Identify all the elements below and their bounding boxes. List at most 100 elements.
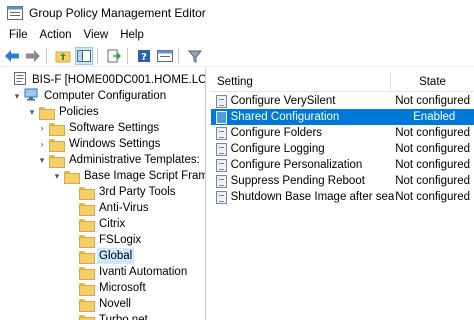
policy-row-name: Shared Configuration: [230, 111, 340, 123]
policy-row-name: Configure VerySilent: [230, 95, 336, 107]
policy-row-name: Suppress Pending Reboot: [230, 175, 365, 187]
folder-icon: [79, 266, 95, 280]
forward-arrow-icon[interactable]: [24, 47, 42, 65]
folder-icon: [39, 106, 55, 120]
policy-row-state: Not configured: [395, 159, 470, 171]
folder-icon: [79, 186, 95, 200]
policy-setting-icon: [216, 190, 227, 204]
tree-item-ivanti-automation[interactable]: Ivanti Automation: [77, 264, 189, 280]
tree-item-label: 3rd Party Tools: [99, 186, 176, 198]
policy-setting-icon: [216, 158, 227, 172]
policy-row-state: Not configured: [395, 175, 470, 187]
menu-file[interactable]: File: [0, 26, 34, 44]
tree-item-policies[interactable]: ▾ Policies: [27, 104, 101, 120]
policy-row-state: Not configured: [395, 191, 470, 203]
menu-action[interactable]: Action: [34, 26, 78, 44]
properties-icon[interactable]: [156, 47, 174, 65]
folder-icon: [79, 250, 95, 264]
tree-item-label: Global: [97, 248, 135, 264]
tree-item-administrative-templates[interactable]: ▾ Administrative Templates:: [37, 152, 202, 168]
policy-setting-icon: [216, 126, 227, 140]
tree-item-novell[interactable]: Novell: [77, 296, 133, 312]
help-icon[interactable]: ?: [135, 47, 153, 65]
chevron-down-icon[interactable]: ▾: [27, 104, 37, 120]
export-list-icon[interactable]: [105, 47, 123, 65]
policy-row-state: Not configured: [395, 95, 470, 107]
toolbar-separator: [127, 47, 128, 64]
column-header-setting[interactable]: Setting: [211, 72, 391, 91]
policy-row-configure-verysilent[interactable]: Configure VerySilent Not configured: [211, 93, 474, 109]
tree-item-label: Administrative Templates:: [69, 154, 200, 166]
gpo-icon: [14, 72, 26, 88]
tree-item-label: Ivanti Automation: [99, 266, 188, 278]
policy-setting-icon: [216, 110, 227, 124]
filter-icon[interactable]: [186, 47, 204, 65]
toolbar-separator: [46, 47, 47, 64]
policy-row-name: Configure Personalization: [230, 159, 363, 171]
policy-row-shared-configuration[interactable]: Shared Configuration Enabled: [211, 109, 474, 125]
folder-icon: [79, 218, 95, 232]
folder-icon: [49, 154, 65, 168]
tree-item-fslogix[interactable]: FSLogix: [77, 232, 143, 248]
policy-setting-icon: [216, 142, 227, 156]
column-header-state[interactable]: State: [391, 72, 474, 91]
policy-setting-icon: [216, 94, 227, 108]
menu-bar: File Action View Help: [0, 26, 474, 44]
toolbar-separator: [97, 47, 98, 64]
tree-item-gpo-root[interactable]: BIS-F [HOME00DC001.HOME.LOCAL] Policy: [4, 72, 205, 88]
show-hide-tree-icon[interactable]: [75, 46, 93, 65]
chevron-right-icon[interactable]: ›: [37, 136, 47, 152]
tree-item-label: Novell: [99, 298, 131, 310]
policy-row-configure-logging[interactable]: Configure Logging Not configured: [211, 141, 474, 157]
title-bar: Group Policy Management Editor: [0, 0, 474, 25]
tree-item-label: BIS-F [HOME00DC001.HOME.LOCAL] Policy: [32, 74, 205, 86]
policy-row-configure-personalization[interactable]: Configure Personalization Not configured: [211, 157, 474, 173]
tree-item-software-settings[interactable]: › Software Settings: [37, 120, 161, 136]
tree-item-anti-virus[interactable]: Anti-Virus: [77, 200, 151, 216]
chevron-down-icon[interactable]: ▾: [52, 168, 62, 184]
folder-icon: [49, 138, 65, 152]
policy-row-state: Not configured: [395, 143, 470, 155]
chevron-right-icon[interactable]: ›: [37, 120, 47, 136]
folder-icon: [79, 298, 95, 312]
policy-row-suppress-pending-reboot[interactable]: Suppress Pending Reboot Not configured: [211, 173, 474, 189]
policy-row-name: Shutdown Base Image after sealing: [230, 191, 395, 203]
policy-row-configure-folders[interactable]: Configure Folders Not configured: [211, 125, 474, 141]
console-tree: BIS-F [HOME00DC001.HOME.LOCAL] Policy ▾ …: [0, 68, 206, 320]
policy-row-state: Not configured: [395, 127, 470, 139]
tree-item-label: Base Image Script Framework: [84, 170, 206, 182]
chevron-down-icon[interactable]: ▾: [37, 152, 47, 168]
window-title: Group Policy Management Editor: [29, 5, 206, 20]
tree-item-global[interactable]: Global: [77, 248, 135, 264]
tree-item-label: Citrix: [99, 218, 126, 230]
tree-item-label: FSLogix: [99, 234, 142, 246]
tree-item-label: Turbo.net: [99, 314, 148, 320]
chevron-down-icon[interactable]: ▾: [12, 88, 22, 104]
toolbar: ?: [0, 45, 474, 67]
folder-icon: [79, 282, 95, 296]
menu-help[interactable]: Help: [114, 26, 150, 44]
list-header: Setting State: [211, 72, 474, 92]
tree-item-base-image-script-framework[interactable]: ▾ Base Image Script Framework: [52, 168, 206, 184]
computer-icon: [24, 88, 38, 104]
tree-item-3rd-party-tools[interactable]: 3rd Party Tools: [77, 184, 178, 200]
tree-item-turbo-net[interactable]: Turbo.net: [77, 312, 150, 320]
settings-list: Setting State Configure VerySilent Not c…: [211, 72, 474, 320]
policy-row-state: Enabled: [413, 111, 456, 123]
tree-item-label: Anti-Virus: [99, 202, 149, 214]
toolbar-separator: [178, 47, 179, 64]
folder-icon: [79, 202, 95, 216]
up-folder-icon[interactable]: [54, 47, 72, 65]
menu-view[interactable]: View: [78, 26, 115, 44]
tree-item-computer-configuration[interactable]: ▾ Computer Configuration: [12, 88, 168, 104]
tree-item-label: Computer Configuration: [44, 90, 167, 102]
folder-icon: [79, 314, 95, 320]
back-arrow-icon[interactable]: [3, 47, 21, 65]
policy-row-name: Configure Folders: [230, 127, 323, 139]
tree-item-citrix[interactable]: Citrix: [77, 216, 127, 232]
folder-icon: [64, 170, 80, 184]
tree-item-microsoft[interactable]: Microsoft: [77, 280, 148, 296]
svg-text:?: ?: [141, 52, 147, 63]
tree-item-windows-settings[interactable]: › Windows Settings: [37, 136, 162, 152]
policy-row-shutdown-base-image[interactable]: Shutdown Base Image after sealing Not co…: [211, 189, 474, 205]
